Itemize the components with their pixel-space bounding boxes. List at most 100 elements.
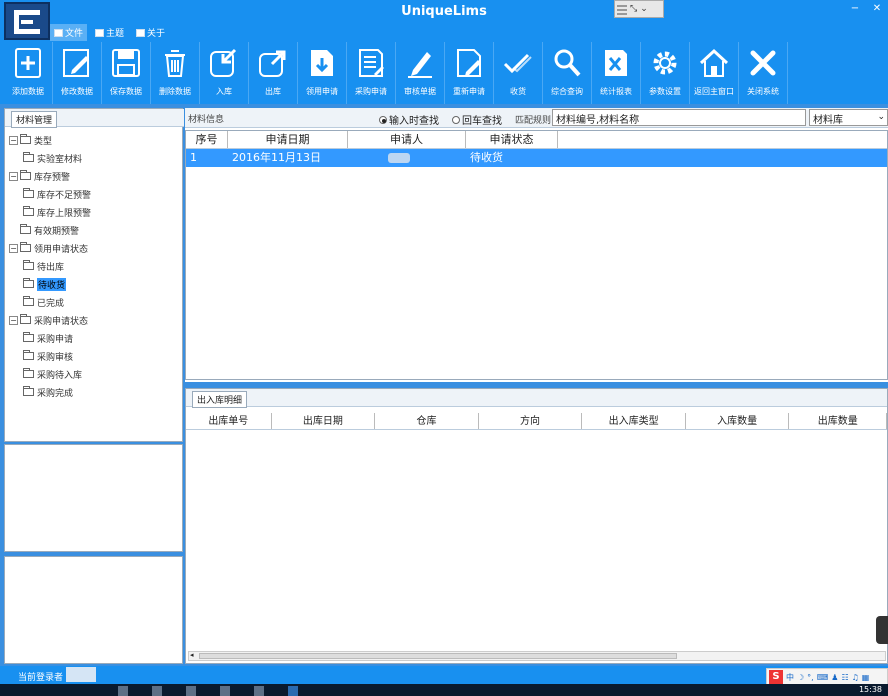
tree-node[interactable]: 采购申请 bbox=[9, 329, 91, 347]
radio-search-on-enter[interactable]: 回车查找 bbox=[452, 112, 502, 127]
close-window-button[interactable]: ✕ bbox=[866, 2, 888, 16]
tree-node[interactable]: 实验室材料 bbox=[9, 149, 91, 167]
toolbar-button-check[interactable]: 收货 bbox=[494, 42, 543, 104]
taskbar-active-app[interactable] bbox=[288, 686, 298, 696]
side-widget[interactable] bbox=[876, 616, 888, 644]
tree-node[interactable]: 采购完成 bbox=[9, 383, 91, 401]
ime-item[interactable]: ☽ bbox=[797, 673, 804, 682]
expander-icon[interactable]: − bbox=[9, 315, 18, 325]
toolbar-button-download-doc[interactable]: 领用申请 bbox=[298, 42, 347, 104]
inout-col[interactable]: 出库日期 bbox=[272, 413, 376, 429]
folder-icon bbox=[23, 350, 34, 360]
tree-node[interactable]: − 库存预警 bbox=[9, 167, 91, 185]
theme-icon bbox=[95, 28, 105, 37]
inout-col[interactable]: 出入库类型 bbox=[582, 413, 686, 429]
tree-node-label: 待收货 bbox=[37, 277, 67, 291]
ime-float-bar[interactable]: ⤡ ⌄ bbox=[614, 0, 664, 18]
inout-col[interactable]: 出库数量 bbox=[789, 413, 888, 429]
tree-node[interactable]: − 领用申请状态 bbox=[9, 239, 91, 257]
material-management-panel: 材料管理 − 类型 实验室材料 − 库存预警 库存不足预警 库存上限预警 有效期预警 − 领用申请… bbox=[4, 108, 184, 442]
file-icon bbox=[54, 28, 63, 37]
toolbar-label: 统计报表 bbox=[600, 87, 632, 96]
toolbar-button-home[interactable]: 返回主窗口 bbox=[690, 42, 739, 104]
material-search-input[interactable]: 材料编号,材料名称 bbox=[552, 109, 806, 126]
ime-item[interactable]: ⌨ bbox=[817, 673, 829, 682]
material-management-tab[interactable]: 材料管理 bbox=[5, 109, 184, 128]
toolbar-button-save[interactable]: 保存数据 bbox=[102, 42, 151, 104]
tree-node[interactable]: 采购审核 bbox=[9, 347, 91, 365]
ime-item[interactable]: ♟ bbox=[831, 673, 838, 682]
toolbar-button-edit[interactable]: 修改数据 bbox=[53, 42, 102, 104]
folder-icon bbox=[23, 296, 34, 306]
taskbar-icon[interactable] bbox=[152, 686, 162, 696]
menu-about[interactable]: 关于 bbox=[132, 24, 169, 41]
tree-node[interactable]: 库存不足预警 bbox=[9, 185, 91, 203]
toolbar-label: 参数设置 bbox=[649, 87, 681, 96]
inout-col[interactable]: 仓库 bbox=[375, 413, 479, 429]
ime-item[interactable]: °, bbox=[807, 673, 814, 682]
toolbar-button-export[interactable]: 出库 bbox=[249, 42, 298, 104]
horizontal-scrollbar[interactable]: ◂ bbox=[188, 651, 886, 661]
folder-icon bbox=[20, 224, 31, 234]
inout-col[interactable]: 方向 bbox=[479, 413, 583, 429]
toolbar-button-doc-list[interactable]: 采购申请 bbox=[347, 42, 396, 104]
toolbar-button-add[interactable]: 添加数据 bbox=[4, 42, 53, 104]
toolbar-button-pen[interactable]: 审核单据 bbox=[396, 42, 445, 104]
tree-node[interactable]: 采购待入库 bbox=[9, 365, 91, 383]
toolbar-button-search[interactable]: 综合查询 bbox=[543, 42, 592, 104]
toolbar-label: 收货 bbox=[510, 87, 526, 96]
expander-icon[interactable]: − bbox=[9, 135, 18, 145]
taskbar-icon[interactable] bbox=[118, 686, 128, 696]
scroll-thumb[interactable] bbox=[199, 653, 677, 659]
save-icon bbox=[112, 49, 140, 77]
about-icon bbox=[136, 28, 146, 37]
inout-col[interactable]: 出库单号 bbox=[186, 413, 272, 429]
toolbar-button-trash[interactable]: 删除数据 bbox=[151, 42, 200, 104]
inout-col[interactable]: 入库数量 bbox=[686, 413, 790, 429]
col-applicant[interactable]: 申请人 bbox=[348, 131, 466, 148]
col-status[interactable]: 申请状态 bbox=[466, 131, 558, 148]
toolbar-label: 重新申请 bbox=[453, 87, 485, 96]
ime-item[interactable]: ♫ bbox=[852, 673, 859, 682]
toolbar-button-excel[interactable]: 统计报表 bbox=[592, 42, 641, 104]
inout-detail-tab[interactable]: 出入库明细 bbox=[186, 389, 887, 408]
radio-search-on-input[interactable]: 输入时查找 bbox=[379, 112, 439, 127]
ime-item[interactable]: ☷ bbox=[841, 673, 848, 682]
tree-node[interactable]: 已完成 bbox=[9, 293, 91, 311]
menu-file[interactable]: 文件 bbox=[50, 24, 88, 41]
toolbar-label: 删除数据 bbox=[159, 87, 191, 96]
col-date[interactable]: 申请日期 bbox=[228, 131, 348, 148]
minimize-button[interactable]: − bbox=[844, 2, 866, 16]
toolbar-button-close[interactable]: 关闭系统 bbox=[739, 42, 788, 104]
toolbar-label: 入库 bbox=[216, 87, 232, 96]
store-select[interactable]: 材料库 ⌄ bbox=[809, 109, 888, 126]
expander-icon[interactable]: − bbox=[9, 243, 18, 253]
col-index[interactable]: 序号 bbox=[186, 131, 228, 148]
table-row[interactable]: 1 2016年11月13日 待收货 bbox=[186, 149, 887, 167]
excel-icon bbox=[605, 50, 627, 76]
folder-icon bbox=[23, 152, 34, 162]
tree-node[interactable]: 有效期预警 bbox=[9, 221, 91, 239]
tree-node[interactable]: − 采购申请状态 bbox=[9, 311, 91, 329]
toolbar-label: 综合查询 bbox=[551, 87, 583, 96]
tree-node[interactable]: 待出库 bbox=[9, 257, 91, 275]
toolbar-button-doc-edit[interactable]: 重新申请 bbox=[445, 42, 494, 104]
grip-icon bbox=[617, 3, 627, 15]
tree-node[interactable]: − 类型 bbox=[9, 131, 91, 149]
tree-node[interactable]: 待收货 bbox=[9, 275, 91, 293]
ime-item[interactable]: 中 bbox=[786, 672, 794, 683]
toolbar-button-gear[interactable]: 参数设置 bbox=[641, 42, 690, 104]
toolbar-label: 出库 bbox=[265, 87, 281, 96]
expander-icon[interactable]: − bbox=[9, 171, 18, 181]
tree-node-label: 已完成 bbox=[37, 298, 65, 309]
toolbar-button-import[interactable]: 入库 bbox=[200, 42, 249, 104]
menu-theme[interactable]: 主题 bbox=[91, 24, 128, 41]
taskbar-icon[interactable] bbox=[186, 686, 196, 696]
scroll-left-icon: ◂ bbox=[190, 651, 194, 659]
edit-icon bbox=[63, 49, 89, 77]
taskbar-icon[interactable] bbox=[220, 686, 230, 696]
tree-node[interactable]: 库存上限预警 bbox=[9, 203, 91, 221]
taskbar-icon[interactable] bbox=[254, 686, 264, 696]
tree-node-label: 采购申请 bbox=[37, 334, 74, 345]
ime-item[interactable]: ▦ bbox=[862, 673, 870, 682]
